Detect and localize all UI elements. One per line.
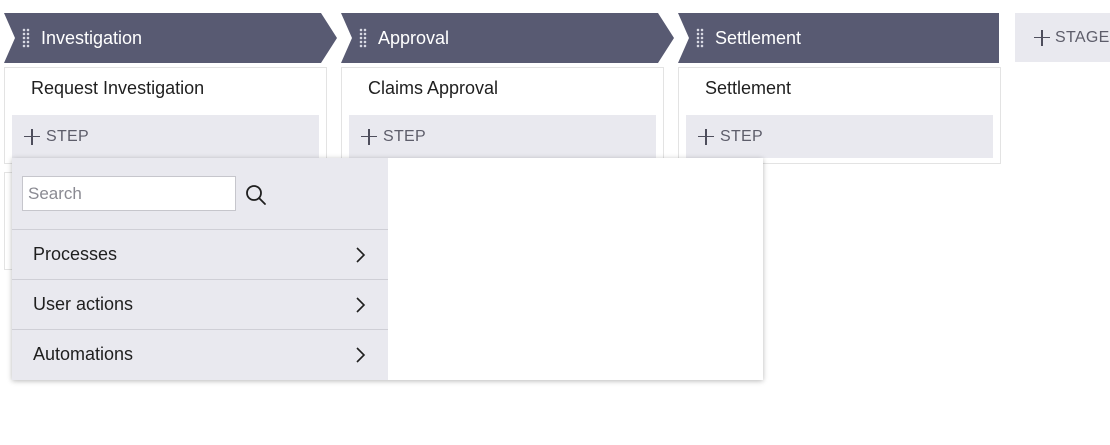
search-input[interactable] [22,176,236,211]
step-name[interactable]: Request Investigation [31,78,204,99]
plus-icon [1034,29,1050,46]
step-type-menu: Processes User actions Automations [12,158,388,380]
plus-icon [698,128,714,145]
stage-header-investigation[interactable]: Investigation [4,13,337,63]
add-stage-button[interactable]: STAGE [1015,13,1110,62]
stage-header-settlement[interactable]: Settlement [678,13,999,63]
drag-handle-icon[interactable] [22,28,30,48]
plus-icon [24,128,40,145]
add-step-button[interactable]: STEP [349,115,656,158]
add-step-button[interactable]: STEP [12,115,319,158]
menu-item-user-actions[interactable]: User actions [12,279,388,329]
chevron-right-icon [356,296,366,313]
search-icon[interactable] [245,184,267,206]
step-name[interactable]: Claims Approval [368,78,498,99]
add-step-label: STEP [720,127,763,145]
stage-card-settlement: Settlement STEP [678,67,1001,164]
stage-card-investigation: Request Investigation STEP [4,67,327,164]
search-row [12,158,388,229]
chevron-right-icon [356,346,366,363]
stage-title: Investigation [41,27,143,48]
drag-handle-icon[interactable] [359,28,367,48]
add-step-popover: Processes User actions Automations [12,158,763,380]
stage-header-approval[interactable]: Approval [341,13,674,63]
menu-item-processes[interactable]: Processes [12,229,388,279]
plus-icon [361,128,377,145]
stage-title: Settlement [715,27,802,48]
add-step-label: STEP [46,127,89,145]
menu-item-label: Automations [33,344,134,364]
menu-item-label: User actions [33,294,134,314]
chevron-right-icon [356,246,366,263]
add-step-button[interactable]: STEP [686,115,993,158]
stage-title: Approval [378,27,450,48]
drag-handle-icon[interactable] [696,28,704,48]
step-name[interactable]: Settlement [705,78,791,99]
add-stage-label: STAGE [1055,28,1110,46]
menu-item-automations[interactable]: Automations [12,329,388,379]
add-step-label: STEP [383,127,426,145]
menu-item-label: Processes [33,244,118,264]
stage-card-approval: Claims Approval STEP [341,67,664,164]
menu-detail-pane [388,158,763,380]
